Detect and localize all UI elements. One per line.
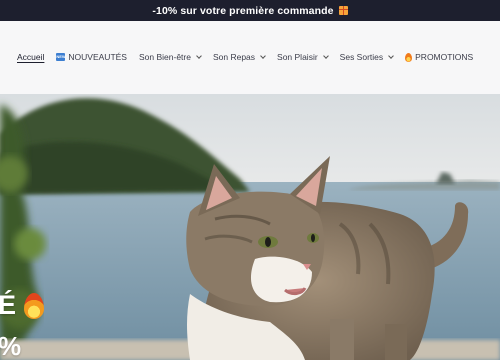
nav-item-accueil[interactable]: Accueil [17,52,44,62]
nav-item-ses-sorties[interactable]: Ses Sorties [339,52,394,62]
nav-item-promotions[interactable]: PROMOTIONS [405,52,473,62]
hero-image [0,94,500,360]
main-nav: Accueil NEW NOUVEAUTÉS Son Bien-être Son… [17,52,473,62]
nav-item-label: NOUVEAUTÉS [68,52,127,62]
nav-item-label: Accueil [17,52,45,62]
hero-headline-line2: % [0,331,22,360]
nav-item-label: Ses Sorties [339,52,384,62]
new-badge-icon: NEW [56,53,66,61]
nav-item-label: Son Repas [212,52,256,62]
announcement-text: -10% sur votre première commande [152,4,334,17]
nav-item-label: Son Plaisir [277,52,318,62]
gift-icon [338,6,348,15]
chevron-down-icon [388,53,394,59]
site-header: Accueil NEW NOUVEAUTÉS Son Bien-être Son… [0,21,500,94]
nav-item-son-plaisir[interactable]: Son Plaisir [277,52,329,62]
chevron-down-icon [322,53,329,59]
hero-headline-text: É [0,290,17,320]
nav-item-nouveautes[interactable]: NEW NOUVEAUTÉS [56,52,127,62]
nav-item-label: Son Bien-être [138,52,191,62]
nav-item-label: PROMOTIONS [415,52,474,62]
announcement-bar: -10% sur votre première commande [0,0,500,21]
chevron-down-icon [196,53,202,59]
nav-item-son-bien-etre[interactable]: Son Bien-être [138,52,202,62]
hero-headline-line1: É [0,290,45,320]
chevron-down-icon [260,53,266,59]
flame-icon [405,52,413,62]
fire-icon [24,292,45,319]
nav-item-son-repas[interactable]: Son Repas [212,52,266,62]
hero-banner[interactable]: É % [0,94,500,360]
